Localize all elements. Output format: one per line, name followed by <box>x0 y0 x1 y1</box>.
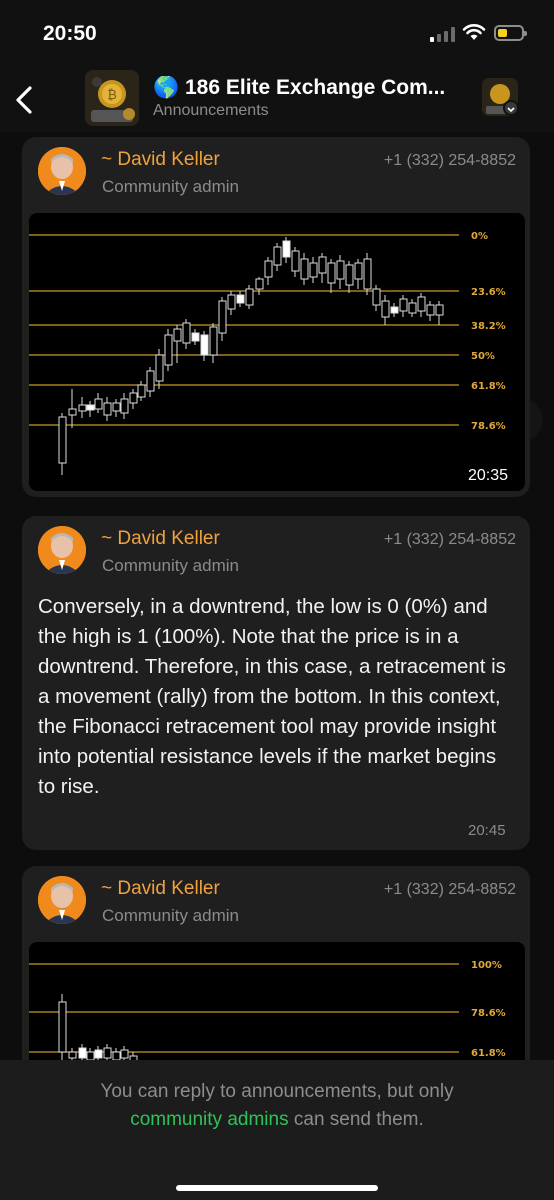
sender-name[interactable]: ~ David Keller <box>101 878 220 900</box>
candle-body <box>426 304 435 316</box>
fib-level-label: 78.6% <box>471 421 506 432</box>
sender-avatar[interactable] <box>38 876 86 924</box>
candle-body <box>282 240 291 258</box>
chart-image[interactable]: 0% 23.6% 38.2% 50% 61.8% 78.6% <box>29 213 525 491</box>
home-indicator <box>176 1185 378 1191</box>
candle-body <box>354 262 363 280</box>
sender-role: Community admin <box>102 556 239 575</box>
candle-body <box>291 250 300 272</box>
candle-body <box>255 278 264 290</box>
candle-body <box>209 326 218 356</box>
candle-body <box>300 258 309 280</box>
footer-notice: You can reply to announcements, but only… <box>0 1078 554 1134</box>
candle-body <box>120 398 129 414</box>
footer-prefix: You can reply to announcements, but only <box>100 1081 454 1102</box>
candle-body <box>273 246 282 266</box>
cellular-signal-icon <box>430 26 458 42</box>
candle-body <box>129 392 138 404</box>
message-text: Conversely, in a downtrend, the low is 0… <box>38 595 506 798</box>
candle-body <box>417 296 426 312</box>
candle-body <box>78 404 87 412</box>
candle-body <box>68 408 77 416</box>
wifi-icon <box>462 22 486 42</box>
candle-body <box>94 1049 103 1059</box>
chevron-down-badge-icon <box>503 100 519 116</box>
fib-level-label: 23.6% <box>471 287 506 298</box>
sender-phone[interactable]: +1 (332) 254-8852 <box>384 531 516 549</box>
fib-level-label: 0% <box>471 231 488 242</box>
candle-body <box>381 300 390 318</box>
candle-body <box>103 1047 112 1059</box>
fib-level-label: 100% <box>471 960 502 971</box>
candle-body <box>408 302 417 314</box>
message-time: 20:35 <box>468 467 509 484</box>
candle-body <box>112 402 121 412</box>
fib-level-label: 61.8% <box>471 381 506 392</box>
candle-body <box>86 1051 95 1061</box>
candle-body <box>155 354 164 382</box>
battery-level <box>498 29 507 37</box>
message-bubble[interactable]: ~ David Keller Community admin +1 (332) … <box>22 137 530 497</box>
back-button[interactable] <box>8 78 48 122</box>
fib-level-label: 61.8% <box>471 1048 506 1059</box>
candle-body <box>137 384 146 398</box>
candle-body <box>191 332 200 342</box>
sender-avatar[interactable] <box>38 526 86 574</box>
chat-title[interactable]: 🌎 186 Elite Exchange Com... <box>153 76 473 100</box>
group-avatar[interactable]: ₿ <box>85 70 139 126</box>
candle-body <box>318 256 327 274</box>
candle-body <box>336 260 345 280</box>
candle-body <box>173 328 182 342</box>
announcement-footer: You can reply to announcements, but only… <box>0 1060 554 1200</box>
status-time: 20:50 <box>43 22 97 45</box>
fib-level-label: 50% <box>471 351 495 362</box>
candle-body <box>146 370 155 392</box>
candle-body <box>58 1001 67 1053</box>
candle-body <box>86 404 95 411</box>
candle-body <box>112 1051 121 1061</box>
chat-header: ₿ 🌎 186 Elite Exchange Com... Announceme… <box>0 70 554 132</box>
candle-body <box>372 288 381 306</box>
candle-body <box>200 334 209 356</box>
candle-body <box>164 334 173 366</box>
candle-body <box>103 402 112 416</box>
sender-phone[interactable]: +1 (332) 254-8852 <box>384 881 516 899</box>
candle-body <box>345 264 354 286</box>
fib-level-label: 38.2% <box>471 321 506 332</box>
candle-body <box>68 1051 77 1059</box>
candle-body <box>182 322 191 344</box>
fibonacci-chart: 0% 23.6% 38.2% 50% 61.8% 78.6% <box>29 231 506 475</box>
candle-body <box>435 304 444 316</box>
status-bar: 20:50 <box>0 0 554 70</box>
candle-body <box>227 294 236 310</box>
candle-body <box>363 258 372 290</box>
battery-icon <box>494 25 527 41</box>
candle-body <box>94 398 103 410</box>
candle-body <box>58 416 67 464</box>
sender-name[interactable]: ~ David Keller <box>101 528 220 550</box>
sender-avatar[interactable] <box>38 147 86 195</box>
message-bubble[interactable]: ~ David Keller Community admin +1 (332) … <box>22 516 530 850</box>
candle-body <box>390 306 399 314</box>
candle-body <box>264 260 273 278</box>
svg-text:₿: ₿ <box>107 88 117 103</box>
candle-body <box>236 294 245 304</box>
footer-suffix: can send them. <box>293 1109 424 1130</box>
candle-body <box>309 262 318 278</box>
chat-subtitle: Announcements <box>153 102 269 119</box>
message-time: 20:45 <box>468 822 506 839</box>
sender-name[interactable]: ~ David Keller <box>101 149 220 171</box>
sender-role: Community admin <box>102 177 239 196</box>
candle-body <box>78 1047 87 1059</box>
community-admins-link[interactable]: community admins <box>130 1109 288 1130</box>
chevron-left-icon <box>16 86 32 114</box>
sender-phone[interactable]: +1 (332) 254-8852 <box>384 152 516 170</box>
candle-body <box>245 288 254 306</box>
candle-body <box>327 262 336 284</box>
candle-body <box>218 300 227 334</box>
fib-level-label: 78.6% <box>471 1008 506 1019</box>
sender-role: Community admin <box>102 906 239 925</box>
candle-body <box>399 298 408 312</box>
candle-body <box>120 1049 129 1059</box>
